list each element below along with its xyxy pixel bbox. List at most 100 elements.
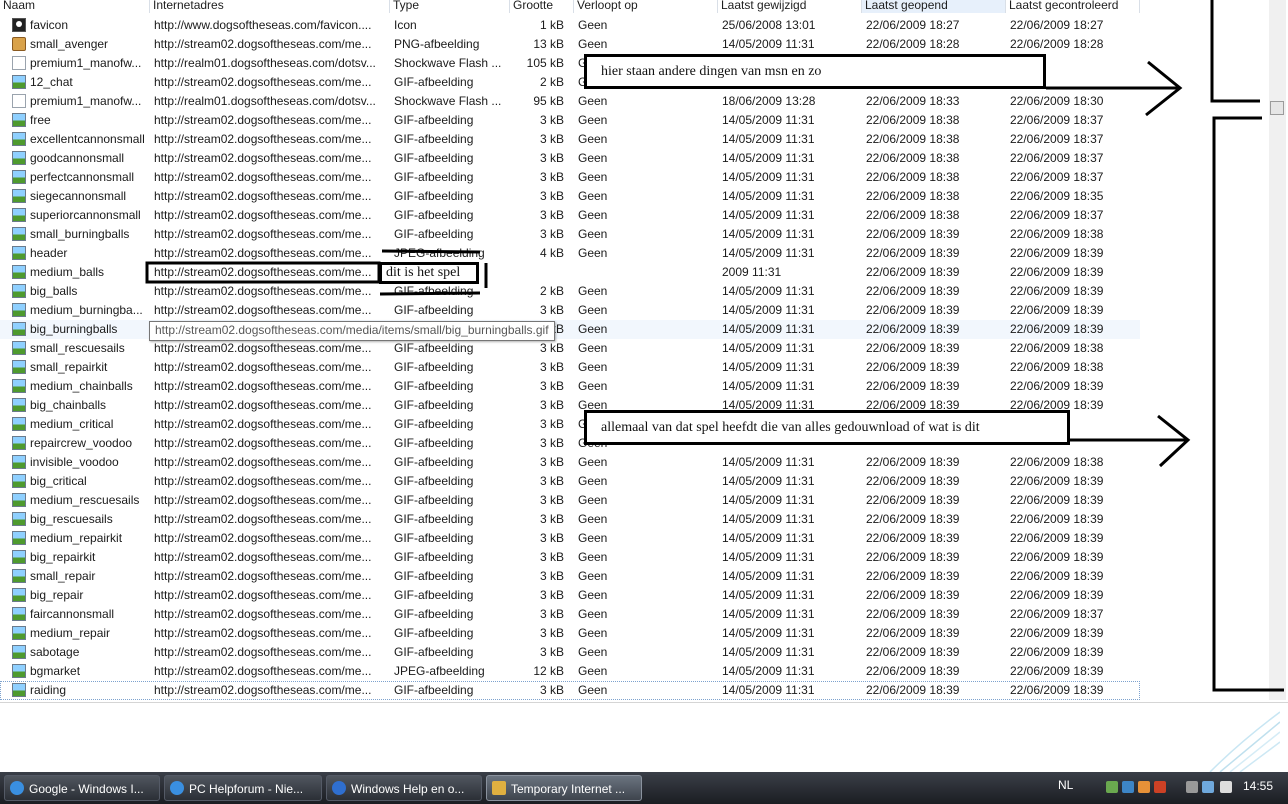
url-cell: http://stream02.dogsoftheseas.com/me... [154, 455, 372, 469]
column-naam[interactable]: Naam [0, 0, 150, 13]
table-row[interactable]: invisible_voodoo http://stream02.dogsofth… [0, 453, 1140, 472]
table-row[interactable]: big_rescuesails http://stream02.dogsofthe… [0, 510, 1140, 529]
table-row[interactable]: medium_balls http://stream02.dogsofthesea… [0, 263, 1140, 282]
security-icon[interactable] [1154, 781, 1166, 793]
modified-cell: 14/05/2009 11:31 [722, 664, 815, 678]
accessed-cell: 22/06/2009 18:38 [866, 170, 960, 184]
table-row[interactable]: medium_rescuesails http://stream02.dogsof… [0, 491, 1140, 510]
checked-cell: 22/06/2009 18:37 [1010, 170, 1104, 184]
tray-app-icon[interactable] [1138, 781, 1150, 793]
table-row[interactable]: medium_burningba... http://stream02.dogso… [0, 301, 1140, 320]
expires-cell: Geen [578, 227, 608, 241]
size-cell: 2 kB [539, 284, 564, 298]
task-windows-help[interactable]: Windows Help en o... [326, 775, 482, 801]
url-cell: http://stream02.dogsoftheseas.com/me... [154, 37, 372, 51]
url-cell: http://stream02.dogsoftheseas.com/me... [154, 569, 372, 583]
table-row[interactable]: header http://stream02.dogsoftheseas.com/… [0, 244, 1140, 263]
size-cell: 105 kB [526, 56, 564, 70]
table-row[interactable]: small_repairkit http://stream02.dogsofthe… [0, 358, 1140, 377]
name-cell: medium_repair [30, 626, 111, 640]
table-row[interactable]: favicon http://www.dogsoftheseas.com/favi… [0, 16, 1140, 35]
table-row[interactable]: perfectcannonsmall http://stream02.dogsof… [0, 168, 1140, 187]
image-file-icon [12, 322, 26, 336]
column-laatst-gewijzigd[interactable]: Laatst gewijzigd [718, 0, 862, 13]
column-internetadres[interactable]: Internetadres [150, 0, 390, 13]
size-cell: 3 kB [539, 569, 564, 583]
table-row[interactable]: medium_repairkit http://stream02.dogsofth… [0, 529, 1140, 548]
clock[interactable]: 14:55 [1243, 779, 1273, 793]
table-row[interactable]: premium1_manofw... http://realm01.dogsoft… [0, 92, 1140, 111]
column-laatst-gecontroleerd[interactable]: Laatst gecontroleerd [1006, 0, 1140, 13]
modified-cell: 14/05/2009 11:31 [722, 227, 815, 241]
msn-icon[interactable] [1122, 781, 1134, 793]
url-cell: http://stream02.dogsoftheseas.com/me... [154, 113, 372, 127]
size-cell [510, 263, 564, 282]
network-icon[interactable] [1106, 781, 1118, 793]
modified-cell: 14/05/2009 11:31 [722, 303, 815, 317]
column-type[interactable]: Type [390, 0, 510, 13]
table-row[interactable]: small_avenger http://stream02.dogsofthese… [0, 35, 1140, 54]
table-row[interactable]: faircannonsmall http://stream02.dogsofthe… [0, 605, 1140, 624]
table-row[interactable]: bgmarket http://stream02.dogsoftheseas.co… [0, 662, 1140, 681]
connection-icon[interactable] [1202, 781, 1214, 793]
table-row[interactable]: medium_chainballs http://stream02.dogsoft… [0, 377, 1140, 396]
expires-cell: Geen [578, 189, 608, 203]
modified-cell: 14/05/2009 11:31 [722, 531, 815, 545]
modified-cell: 14/05/2009 11:31 [722, 189, 815, 203]
accessed-cell: 22/06/2009 18:39 [866, 341, 960, 355]
table-row[interactable]: excellentcannonsmall http://stream02.dogs… [0, 130, 1140, 149]
task-google-ie[interactable]: Google - Windows I... [4, 775, 160, 801]
type-cell: GIF-afbeelding [394, 531, 474, 545]
type-cell: GIF-afbeelding [394, 455, 474, 469]
table-row[interactable]: small_repair http://stream02.dogsofthesea… [0, 567, 1140, 586]
task-label: Temporary Internet ... [511, 782, 626, 796]
table-row[interactable]: medium_repair http://stream02.dogsofthese… [0, 624, 1140, 643]
type-cell: GIF-afbeelding [394, 360, 474, 374]
table-row[interactable]: big_repairkit http://stream02.dogsofthese… [0, 548, 1140, 567]
accessed-cell: 22/06/2009 18:39 [866, 607, 960, 621]
table-row[interactable]: goodcannonsmall http://stream02.dogsofthe… [0, 149, 1140, 168]
table-row[interactable]: big_repair http://stream02.dogsoftheseas.… [0, 586, 1140, 605]
image-file-icon [12, 493, 26, 507]
task-temporary-internet-files[interactable]: Temporary Internet ... [486, 775, 642, 801]
image-file-icon [12, 75, 26, 89]
expires-cell: Geen [578, 132, 608, 146]
url-cell: http://stream02.dogsoftheseas.com/me... [154, 493, 372, 507]
task-label: Windows Help en o... [351, 782, 465, 796]
power-icon[interactable] [1186, 781, 1198, 793]
name-cell: excellentcannonsmall [30, 132, 145, 146]
table-row[interactable]: small_rescuesails http://stream02.dogsoft… [0, 339, 1140, 358]
type-cell: GIF-afbeelding [394, 132, 474, 146]
name-cell: big_balls [30, 284, 78, 298]
table-row[interactable]: big_balls http://stream02.dogsoftheseas.c… [0, 282, 1140, 301]
task-pc-helpforum[interactable]: PC Helpforum - Nie... [164, 775, 322, 801]
image-file-icon [12, 265, 26, 279]
table-row[interactable]: superiorcannonsmall http://stream02.dogso… [0, 206, 1140, 225]
url-cell: http://stream02.dogsoftheseas.com/me... [154, 208, 372, 222]
size-cell: 3 kB [539, 550, 564, 564]
checked-cell: 22/06/2009 18:39 [1010, 664, 1104, 678]
column-grootte[interactable]: Grootte [510, 0, 574, 13]
modified-cell: 14/05/2009 11:31 [722, 550, 815, 564]
url-cell: http://stream02.dogsoftheseas.com/me... [154, 683, 372, 697]
type-cell: GIF-afbeelding [394, 113, 474, 127]
name-cell: big_rescuesails [30, 512, 113, 526]
name-cell: superiorcannonsmall [30, 208, 141, 222]
table-row[interactable]: free http://stream02.dogsoftheseas.com/me… [0, 111, 1140, 130]
scrollbar-thumb[interactable] [1270, 101, 1284, 115]
name-cell: invisible_voodoo [30, 455, 119, 469]
table-row[interactable]: siegecannonsmall http://stream02.dogsofth… [0, 187, 1140, 206]
table-row[interactable]: big_critical http://stream02.dogsofthesea… [0, 472, 1140, 491]
language-indicator[interactable]: NL [1058, 778, 1073, 792]
volume-icon[interactable] [1220, 781, 1232, 793]
expires-cell: Geen [578, 607, 608, 621]
table-row[interactable]: sabotage http://stream02.dogsoftheseas.co… [0, 643, 1140, 662]
column-laatst-geopend[interactable]: Laatst geopend [862, 0, 1006, 13]
name-cell: big_repairkit [30, 550, 96, 564]
column-verloopt-op[interactable]: Verloopt op [574, 0, 718, 13]
name-cell: repaircrew_voodoo [30, 436, 133, 450]
document-file-icon [12, 94, 26, 108]
table-row[interactable]: small_burningballs http://stream02.dogsof… [0, 225, 1140, 244]
details-pane [0, 702, 1288, 773]
table-row[interactable]: raiding http://stream02.dogsoftheseas.com… [0, 681, 1140, 700]
